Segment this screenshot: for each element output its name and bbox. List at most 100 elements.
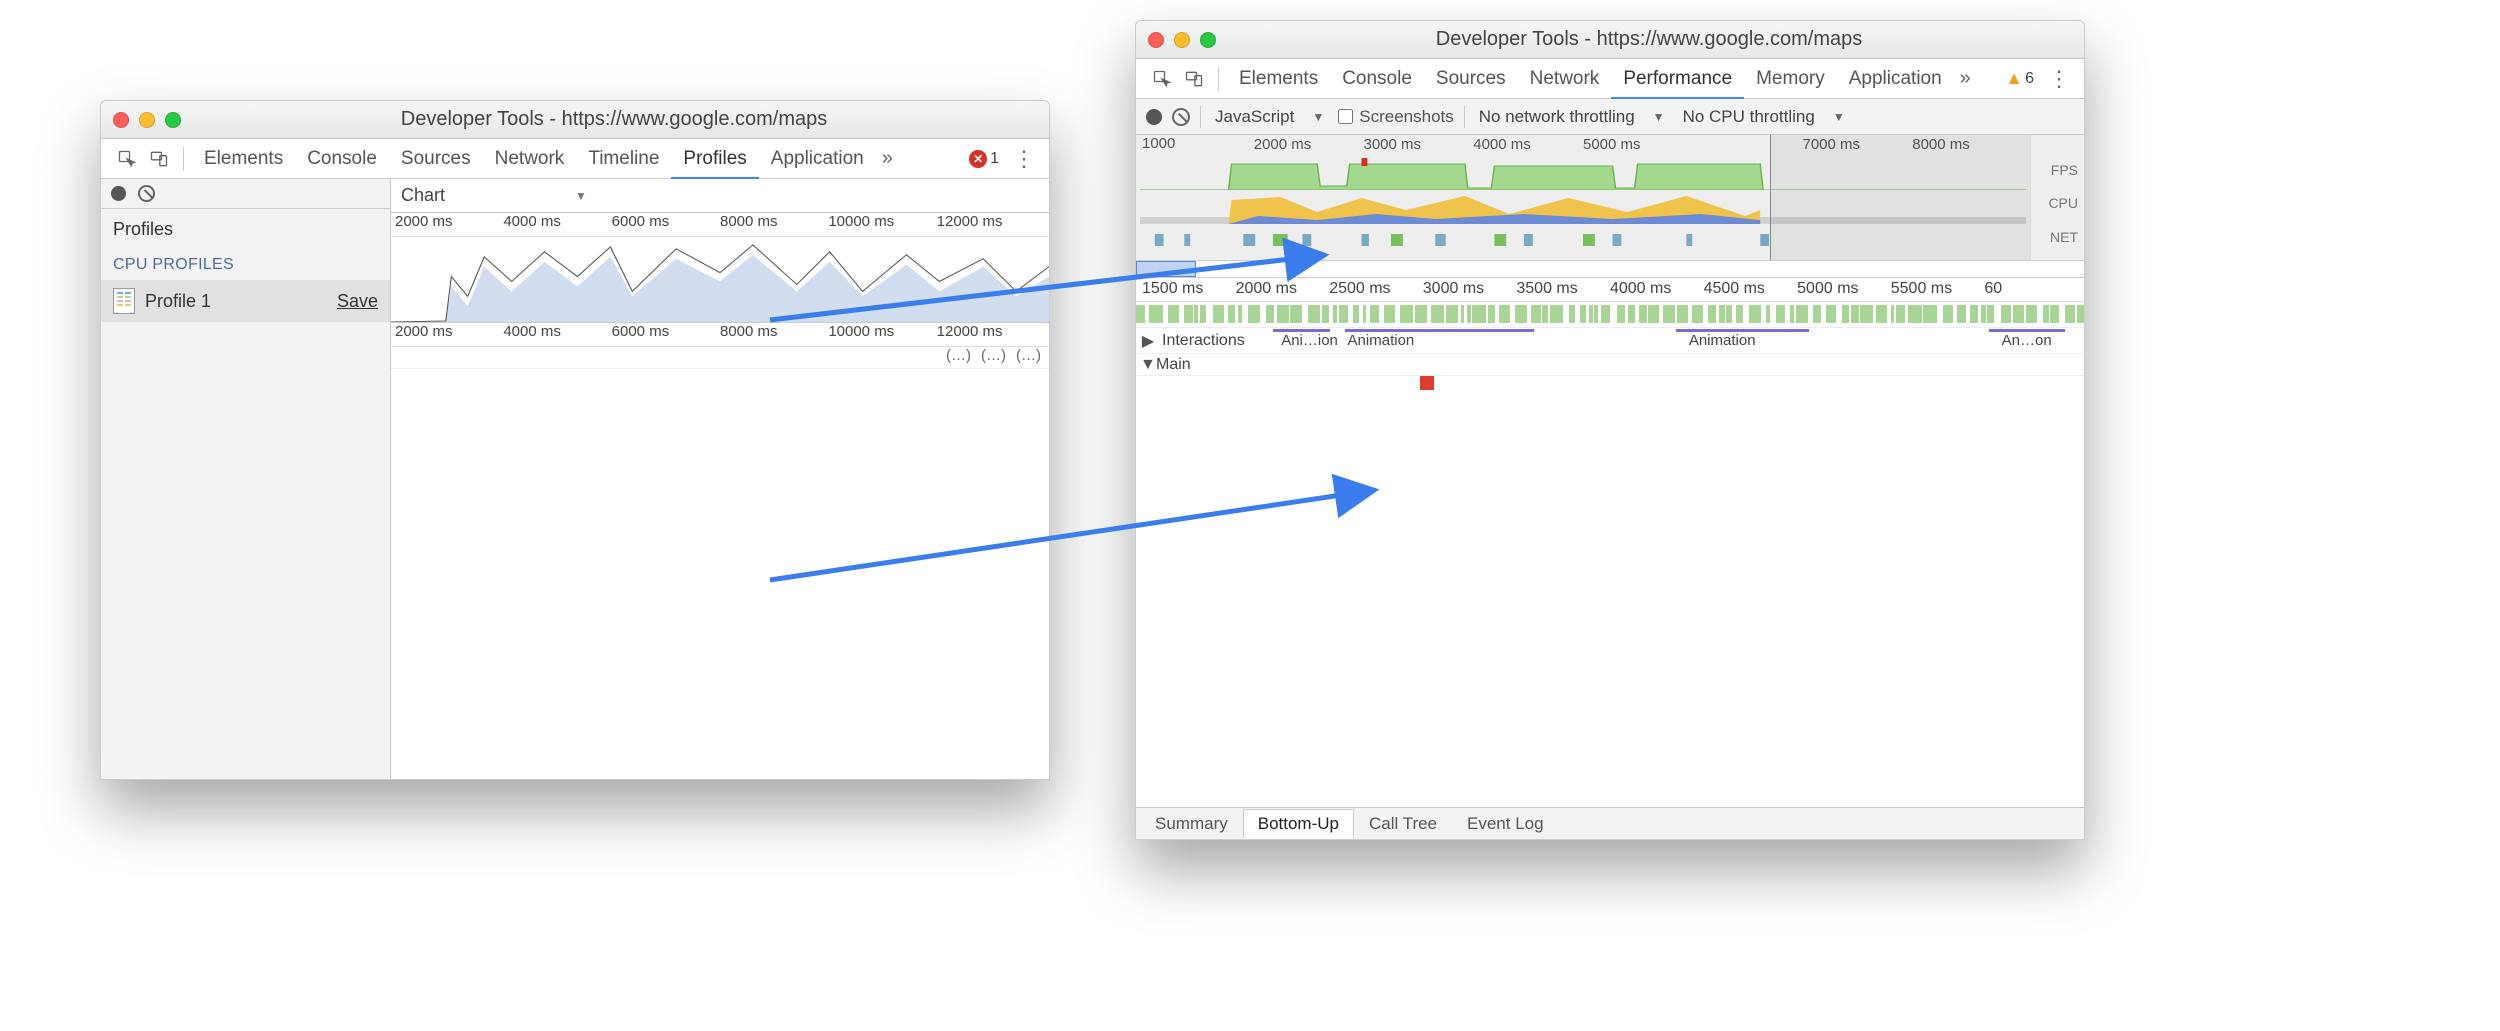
profile-save-link[interactable]: Save [337, 291, 378, 312]
tick: 6000 ms [612, 213, 720, 236]
profiles-header: Profiles [101, 209, 390, 250]
tick: 4000 ms [503, 323, 611, 346]
tick: 12000 ms [937, 323, 1045, 346]
tab-timeline[interactable]: Timeline [576, 139, 671, 178]
flame-chart[interactable] [1136, 376, 2084, 807]
scrub-bar[interactable] [1136, 261, 2084, 278]
inspect-icon[interactable] [111, 143, 143, 175]
main-label: Main [1156, 356, 1191, 374]
tick: 5500 ms [1891, 280, 1985, 299]
tab-profiles[interactable]: Profiles [671, 139, 758, 178]
warning-triangle-icon[interactable]: ▲ [2005, 68, 2023, 89]
clear-button[interactable] [138, 185, 155, 202]
tick: 5000 ms [1797, 280, 1891, 299]
caret-down-icon: ▼ [1653, 110, 1665, 124]
tick: 60 [1984, 280, 2078, 299]
detail-ruler: 1500 ms 2000 ms 2500 ms 3000 ms 3500 ms … [1136, 278, 2084, 302]
zoom-window-button[interactable] [1200, 32, 1216, 48]
bottom-tab-bottomup[interactable]: Bottom-Up [1243, 809, 1354, 839]
close-window-button[interactable] [1148, 32, 1164, 48]
tab-elements[interactable]: Elements [1227, 59, 1330, 98]
tab-application[interactable]: Application [759, 139, 876, 178]
tick: 3000 ms [1423, 280, 1517, 299]
tab-sources[interactable]: Sources [389, 139, 483, 178]
profile-doc-icon [113, 288, 135, 314]
more-tabs-icon[interactable]: » [1954, 67, 1977, 90]
minimize-window-button[interactable] [1174, 32, 1190, 48]
trunc: (…) [1016, 347, 1041, 368]
error-count: 1 [990, 150, 999, 168]
tab-application[interactable]: Application [1837, 59, 1954, 98]
tick: 8000 ms [720, 213, 828, 236]
tick: 3500 ms [1516, 280, 1610, 299]
tab-console[interactable]: Console [1330, 59, 1424, 98]
device-toolbar-icon[interactable] [1178, 63, 1210, 95]
warning-count: 6 [2025, 70, 2034, 88]
minimize-window-button[interactable] [139, 112, 155, 128]
device-toolbar-icon[interactable] [143, 143, 175, 175]
tab-performance[interactable]: Performance [1611, 59, 1744, 98]
animation-label: Animation [1686, 332, 1759, 350]
bottom-tab-summary[interactable]: Summary [1140, 809, 1243, 839]
trunc: (…) [946, 347, 971, 368]
settings-kebab-icon[interactable]: ⋮ [1009, 146, 1039, 172]
settings-kebab-icon[interactable]: ⋮ [2044, 66, 2074, 92]
network-throttle-select[interactable]: No network throttling ▼ [1475, 107, 1669, 127]
network-throttle-label: No network throttling [1479, 107, 1635, 127]
overview-ruler: 2000 ms 4000 ms 6000 ms 8000 ms 10000 ms… [391, 213, 1049, 237]
profile-item[interactable]: Profile 1 Save [101, 280, 390, 322]
chart-mode-select[interactable]: Chart ▼ [391, 179, 1049, 213]
detail-ruler: 2000 ms 4000 ms 6000 ms 8000 ms 10000 ms… [391, 323, 1049, 347]
cpu-throttle-label: No CPU throttling [1683, 107, 1815, 127]
tab-memory[interactable]: Memory [1744, 59, 1837, 98]
screenshots-toggle[interactable]: Screenshots [1338, 107, 1454, 127]
overview-track-labels: FPS CPU NET [2030, 135, 2084, 260]
clear-button[interactable] [1172, 108, 1190, 126]
tick: 1500 ms [1142, 280, 1236, 299]
tab-elements[interactable]: Elements [192, 139, 295, 178]
disclosure-right-icon[interactable]: ▶ [1140, 331, 1156, 351]
animation-label: Animation [1345, 332, 1418, 350]
cpu-throttle-select[interactable]: No CPU throttling ▼ [1679, 107, 1849, 127]
window-titlebar: Developer Tools - https://www.google.com… [101, 101, 1049, 139]
close-window-button[interactable] [113, 112, 129, 128]
fps-label: FPS [2037, 162, 2078, 178]
screenshots-checkbox[interactable] [1338, 109, 1353, 124]
tab-network[interactable]: Network [1518, 59, 1612, 98]
record-button[interactable] [1146, 109, 1162, 125]
inspect-icon[interactable] [1146, 63, 1178, 95]
profiles-sidebar: Profiles CPU PROFILES Profile 1 Save [101, 179, 391, 779]
tick: 4000 ms [1610, 280, 1704, 299]
error-badge-icon[interactable]: ✕ [969, 150, 987, 168]
zoom-window-button[interactable] [165, 112, 181, 128]
tab-sources[interactable]: Sources [1424, 59, 1518, 98]
window-title: Developer Tools - https://www.google.com… [191, 108, 1037, 131]
devtools-tabbar: Elements Console Sources Network Perform… [1136, 59, 2084, 99]
tick: 4500 ms [1704, 280, 1798, 299]
tick: 4000 ms [503, 213, 611, 236]
long-task-marker [1420, 376, 1434, 390]
bottom-tab-calltree[interactable]: Call Tree [1354, 809, 1452, 839]
flame-chart[interactable] [391, 369, 1049, 779]
cpu-overview[interactable] [391, 237, 1049, 323]
separator [1200, 106, 1201, 128]
tab-network[interactable]: Network [483, 139, 577, 178]
tick: 10000 ms [828, 323, 936, 346]
language-select[interactable]: JavaScript ▼ [1211, 107, 1328, 127]
record-button[interactable] [111, 186, 126, 201]
overview-selection[interactable] [1136, 135, 1771, 260]
disclosure-down-icon[interactable]: ▼ [1140, 356, 1156, 374]
tick: 10000 ms [828, 213, 936, 236]
overview-panel[interactable]: 1000 ms 2000 ms 3000 ms 4000 ms 5000 ms … [1136, 135, 2084, 261]
perf-toolbar: JavaScript ▼ Screenshots No network thro… [1136, 99, 2084, 135]
main-lane-header[interactable]: ▼ Main [1136, 354, 2084, 376]
bottom-tab-eventlog[interactable]: Event Log [1452, 809, 1559, 839]
scrub-handle[interactable] [1136, 261, 1196, 277]
interactions-lane[interactable]: ▶ Interactions Ani…ion Animation Animati… [1136, 328, 2084, 354]
caret-down-icon: ▼ [575, 189, 587, 203]
frames-lane[interactable] [1136, 302, 2084, 328]
more-tabs-icon[interactable]: » [876, 147, 899, 170]
window-title: Developer Tools - https://www.google.com… [1226, 28, 2072, 51]
separator [183, 147, 184, 171]
tab-console[interactable]: Console [295, 139, 389, 178]
